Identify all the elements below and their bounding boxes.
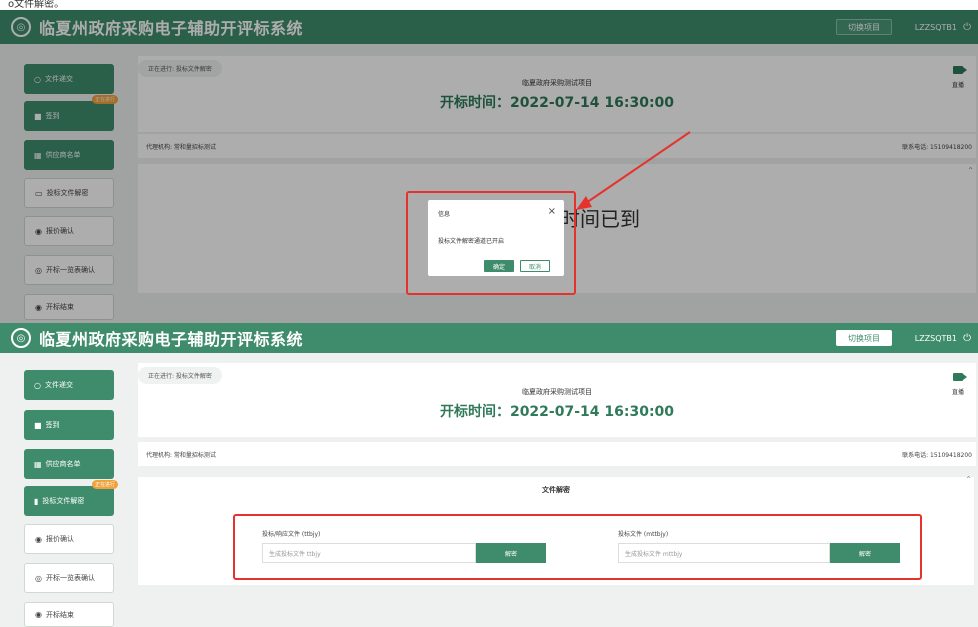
list-icon: ▦ (34, 459, 42, 469)
bid-time: 开标时间：2022-07-14 16:30:00 (439, 404, 675, 420)
circle-icon: ○ (34, 380, 41, 390)
project-name: 临夏政府采购测试项目 (522, 388, 592, 396)
square-icon: ■ (34, 420, 42, 430)
check-circle-icon: ◎ (35, 573, 42, 583)
page: o文件解密。 ◎ 临夏州政府采购电子辅助开评标系统 切换项目 LZZSQTB1 … (0, 0, 978, 627)
sidebar-item-supplier-list[interactable]: ▦ 供应商名单 (24, 449, 114, 479)
switch-project-button[interactable]: 切换项目 (836, 330, 892, 346)
bottom-header: ◎ 临夏州政府采购电子辅助开评标系统 切换项目 LZZSQTB1 ⏻ (0, 323, 978, 353)
radio-icon: ◉ (35, 534, 42, 544)
decrypt-title: 文件解密 (542, 486, 570, 494)
power-icon[interactable]: ⏻ (963, 333, 971, 344)
sidebar-item-decrypt[interactable]: ▮ 投标文件解密 正在进行 (24, 480, 118, 516)
video-camera-icon (952, 373, 967, 381)
status-badge: 正在进行 (91, 480, 118, 489)
bottom-agency-bar: 代理机构: 常和量招标测试 联系电话: 15109418200 (138, 442, 976, 466)
contact-phone: 联系电话: 15109418200 (902, 452, 972, 459)
sidebar-item-file-submit[interactable]: ○ 文件递交 (24, 370, 114, 400)
sidebar-item-signin[interactable]: ■ 签到 (24, 410, 114, 440)
file-icon: ▮ (34, 496, 39, 506)
sidebar-item-opening-confirm[interactable]: ◎ 开标一览表确认 (24, 563, 114, 593)
app-title: 临夏州政府采购电子辅助开评标系统 (39, 330, 304, 349)
bottom-info-card: 正在进行: 投标文件解密 临夏政府采购测试项目 开标时间：2022-07-14 … (138, 363, 976, 437)
live-button[interactable]: 直播 (952, 373, 967, 396)
scroll-up-icon[interactable]: ⌃ (965, 475, 972, 484)
user-name[interactable]: LZZSQTB1 (915, 334, 957, 343)
radio-icon: ◉ (35, 610, 42, 619)
sidebar-item-quote-confirm[interactable]: ◉ 报价确认 (24, 524, 114, 554)
sidebar-item-opening-end[interactable]: ◉ 开标结束 (24, 602, 114, 627)
progress-pill: 正在进行: 投标文件解密 (138, 367, 222, 384)
logo-icon: ◎ (11, 328, 31, 348)
agency: 代理机构: 常和量招标测试 (146, 452, 216, 459)
highlight-box (233, 514, 922, 580)
